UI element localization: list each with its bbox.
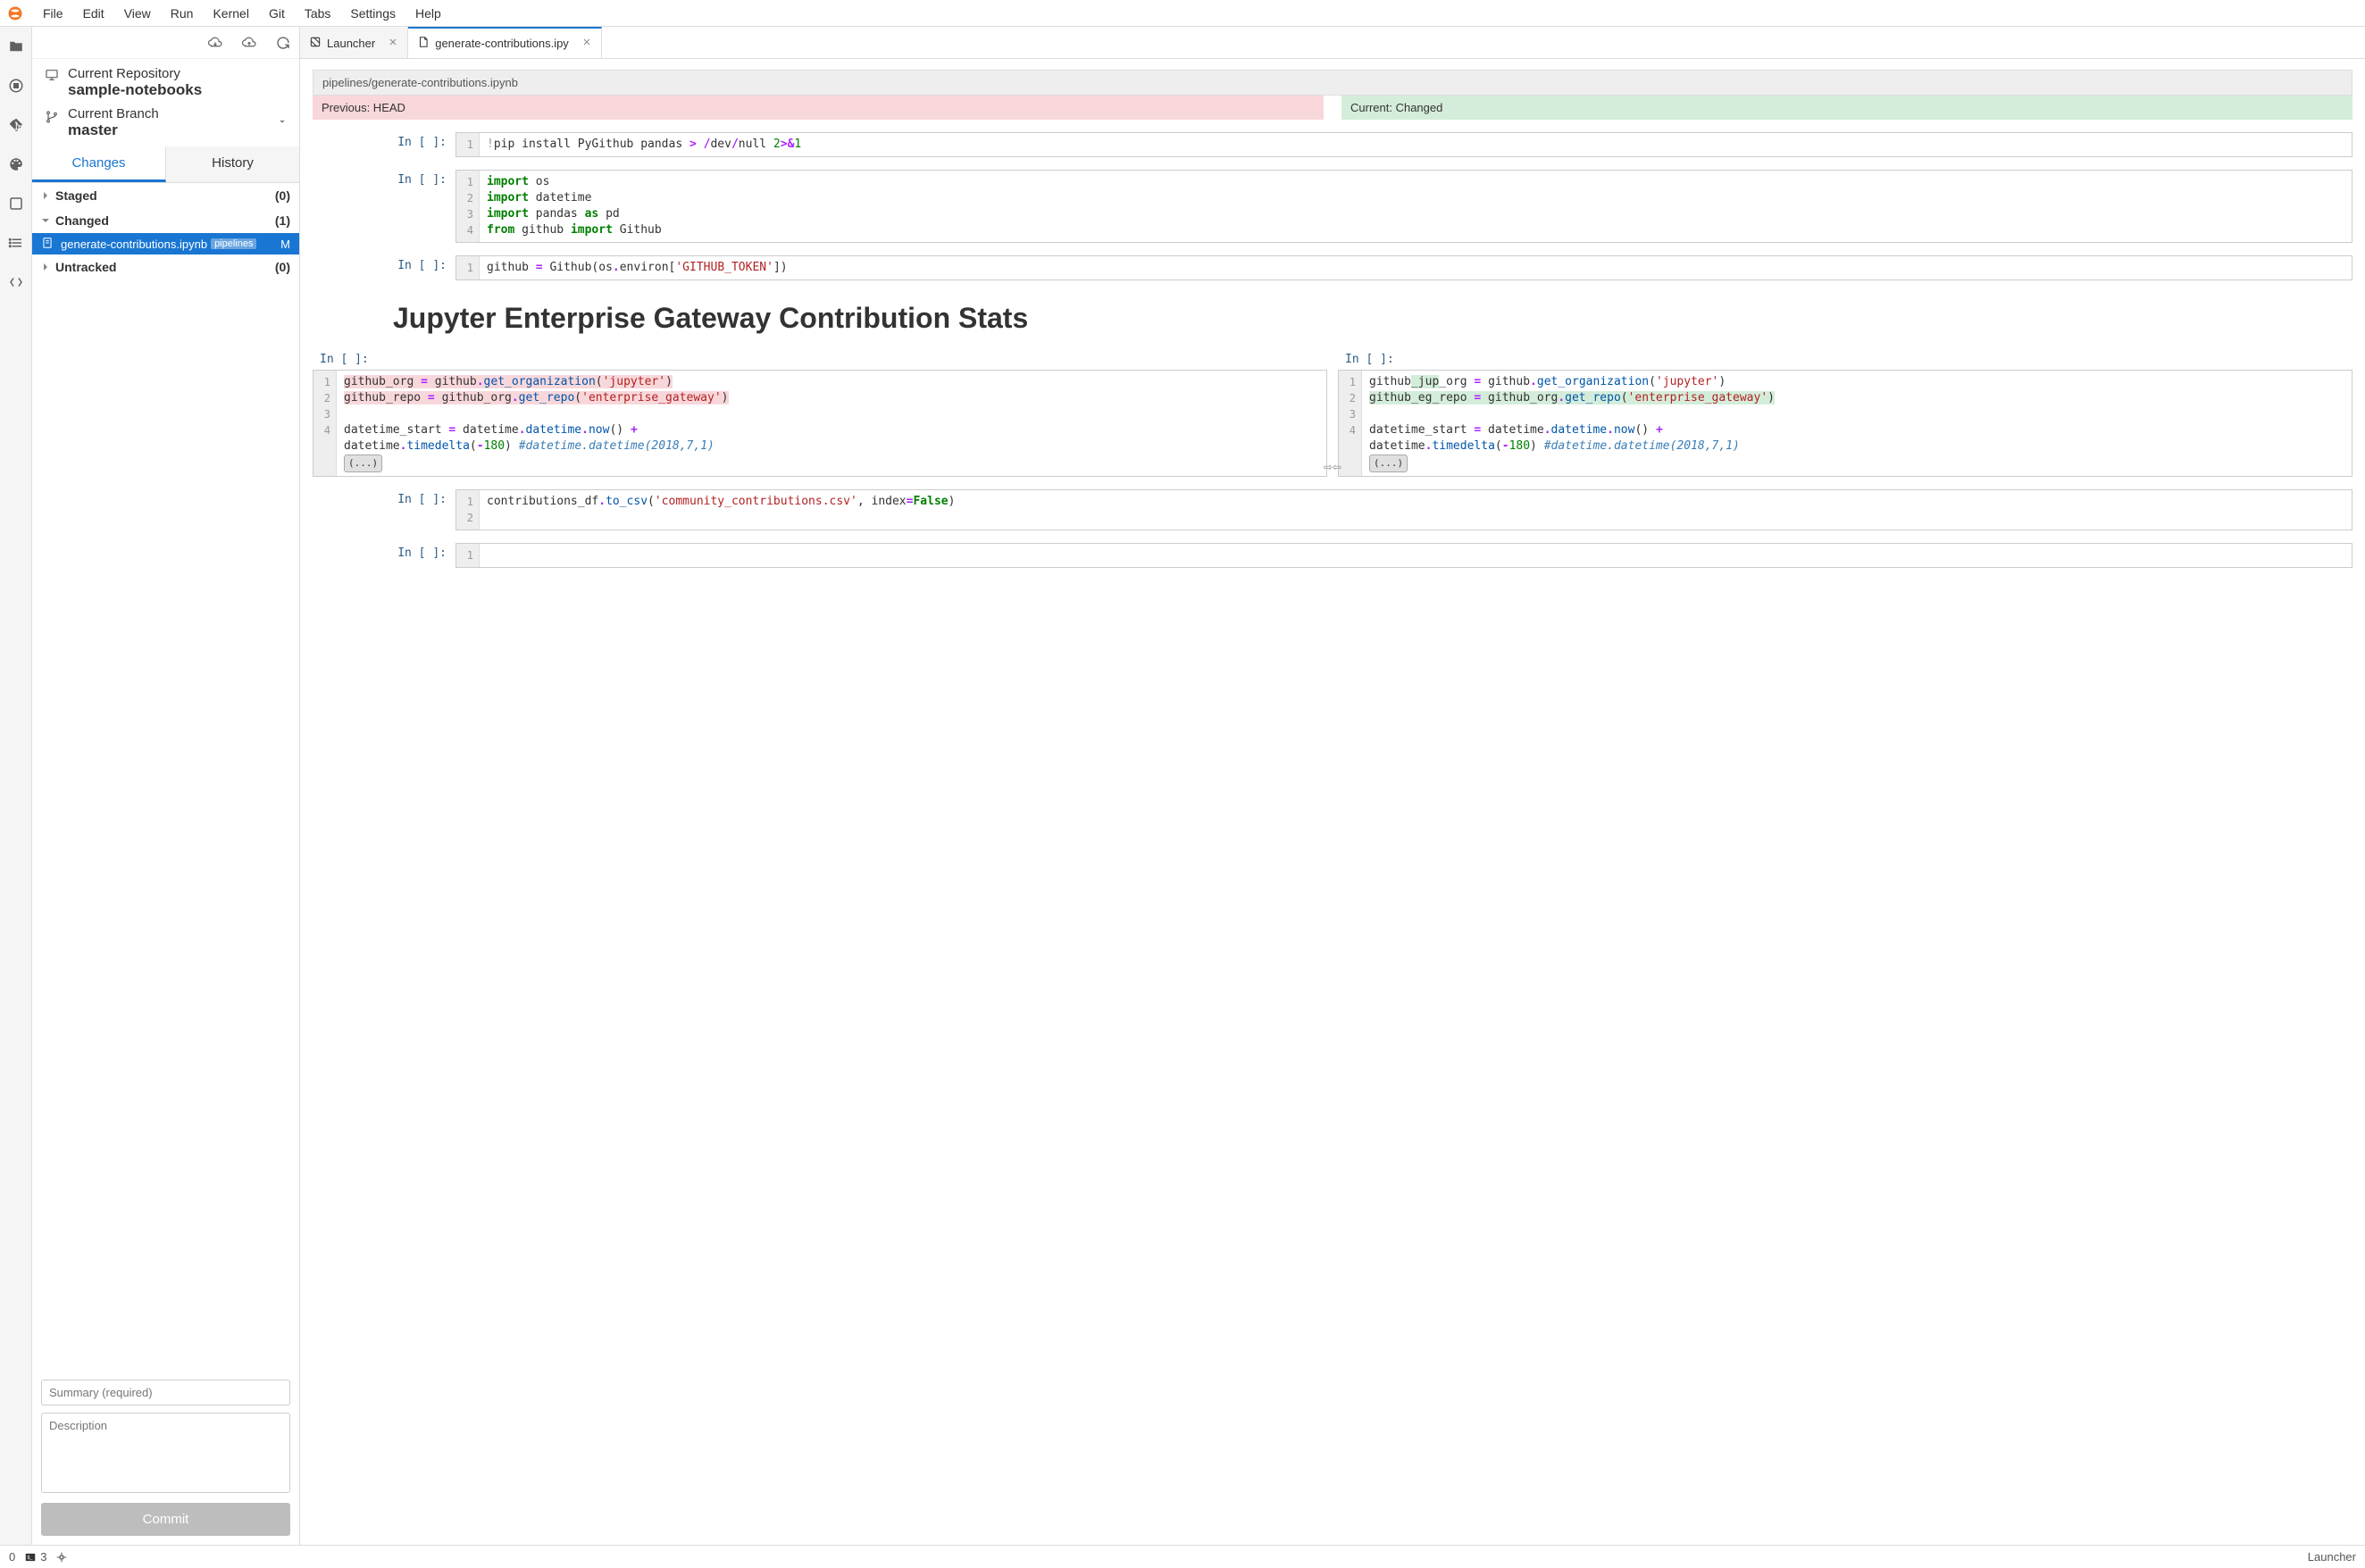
commit-area: Commit xyxy=(32,1371,299,1545)
fold-marker[interactable]: (...) xyxy=(344,455,382,472)
menu-git[interactable]: Git xyxy=(260,3,294,24)
cell-prompt: In [ ]: xyxy=(1338,353,2352,370)
prev-label: Previous: HEAD xyxy=(313,96,1324,120)
code-content: github = Github(os.environ['GITHUB_TOKEN… xyxy=(480,256,2352,279)
cloud-down-icon[interactable] xyxy=(206,34,224,52)
statusbar: 0 $_3 Launcher xyxy=(0,1545,2365,1568)
close-icon[interactable] xyxy=(388,37,398,50)
menu-view[interactable]: View xyxy=(115,3,160,24)
changed-file-item[interactable]: generate-contributions.ipynb pipelines M xyxy=(32,233,299,254)
chevron-down-icon xyxy=(276,115,288,130)
branch-label: Current Branch xyxy=(68,106,276,121)
cloud-up-icon[interactable] xyxy=(240,34,258,52)
cell-prompt: In [ ]: xyxy=(393,543,455,568)
menu-kernel[interactable]: Kernel xyxy=(204,3,257,24)
tab-changes[interactable]: Changes xyxy=(32,146,166,182)
close-icon[interactable] xyxy=(581,37,592,50)
code-content: github_org = github.get_organization('ju… xyxy=(337,371,1326,476)
menu-tabs[interactable]: Tabs xyxy=(296,3,340,24)
palette-icon[interactable] xyxy=(5,154,27,175)
cell-prompt: In [ ]: xyxy=(313,353,1327,370)
svg-text:$_: $_ xyxy=(28,1555,33,1560)
caret-right-icon xyxy=(41,188,52,203)
commit-button[interactable]: Commit xyxy=(41,1503,290,1536)
code-content: import os import datetime import pandas … xyxy=(480,171,2352,242)
file-icon xyxy=(417,36,430,51)
code-content: github_jup_org = github.get_organization… xyxy=(1362,371,2352,476)
activity-bar xyxy=(0,27,32,1545)
pipeline-icon[interactable] xyxy=(55,1551,68,1564)
menu-run[interactable]: Run xyxy=(162,3,203,24)
prev-column: In [ ]: 1234 github_org = github.get_org… xyxy=(313,353,1327,477)
launcher-icon xyxy=(309,36,322,51)
repo-value: sample-notebooks xyxy=(68,81,288,99)
fold-marker[interactable]: (...) xyxy=(1369,455,1408,472)
commit-description-input[interactable] xyxy=(41,1413,290,1493)
repo-label: Current Repository xyxy=(68,66,288,81)
commit-summary-input[interactable] xyxy=(41,1380,290,1405)
notebook-icon xyxy=(41,237,55,251)
menu-settings[interactable]: Settings xyxy=(341,3,405,24)
modified-badge: M xyxy=(280,238,290,251)
status-zero[interactable]: 0 xyxy=(9,1550,15,1564)
section-staged[interactable]: Staged (0) xyxy=(32,183,299,208)
tab-history[interactable]: History xyxy=(166,146,299,182)
diff-status-row: Previous: HEAD Current: Changed xyxy=(313,96,2352,120)
content-area: Launcher generate-contributions.ipy pipe… xyxy=(300,27,2365,1545)
folder-icon[interactable] xyxy=(5,36,27,57)
cell-prompt: In [ ]: xyxy=(393,132,455,157)
current-repo[interactable]: Current Repository sample-notebooks xyxy=(32,59,299,103)
code-content: !pip install PyGithub pandas > /dev/null… xyxy=(480,133,2352,156)
desktop-icon xyxy=(45,68,59,85)
code-content: contributions_df.to_csv('community_contr… xyxy=(480,490,2352,530)
caret-right-icon xyxy=(41,260,52,274)
menubar: File Edit View Run Kernel Git Tabs Setti… xyxy=(0,0,2365,27)
refresh-icon[interactable] xyxy=(274,34,292,52)
curr-column: In [ ]: 1234 github_jup_org = github.get… xyxy=(1338,353,2352,477)
cell-github: In [ ]: 1 github = Github(os.environ['GI… xyxy=(313,255,2352,280)
status-right[interactable]: Launcher xyxy=(2308,1550,2356,1564)
branch-icon xyxy=(45,110,59,127)
cell-csv: In [ ]: 12 contributions_df.to_csv('comm… xyxy=(313,489,2352,530)
running-icon[interactable] xyxy=(5,75,27,96)
toc-icon[interactable] xyxy=(5,232,27,254)
cell-prompt: In [ ]: xyxy=(393,255,455,280)
tab-diff[interactable]: generate-contributions.ipy xyxy=(408,27,602,58)
menu-edit[interactable]: Edit xyxy=(74,3,113,24)
cell-prompt: In [ ]: xyxy=(393,170,455,243)
merge-arrows-icon[interactable]: ⇨⇦ xyxy=(1324,461,1341,473)
tabbar: Launcher generate-contributions.ipy xyxy=(300,27,2365,59)
cell-empty: In [ ]: 1 xyxy=(313,543,2352,568)
git-toolbar xyxy=(32,27,299,59)
main-area: Current Repository sample-notebooks Curr… xyxy=(0,27,2365,1545)
git-side-tabs: Changes History xyxy=(32,146,299,183)
menu-file[interactable]: File xyxy=(34,3,72,24)
markdown-title: Jupyter Enterprise Gateway Contribution … xyxy=(313,293,2352,353)
snippets-icon[interactable] xyxy=(5,271,27,293)
diff-view: pipelines/generate-contributions.ipynb P… xyxy=(300,59,2365,1545)
section-untracked[interactable]: Untracked (0) xyxy=(32,254,299,279)
cell-prompt: In [ ]: xyxy=(393,489,455,530)
tab-launcher[interactable]: Launcher xyxy=(300,27,408,58)
curr-label: Current: Changed xyxy=(1341,96,2352,120)
caret-down-icon xyxy=(41,213,52,228)
extension-icon[interactable] xyxy=(5,193,27,214)
split-diff: In [ ]: 1234 github_org = github.get_org… xyxy=(313,353,2352,477)
git-panel: Current Repository sample-notebooks Curr… xyxy=(32,27,300,1545)
git-icon[interactable] xyxy=(5,114,27,136)
current-branch[interactable]: Current Branch master xyxy=(32,103,299,146)
cell-pip: In [ ]: 1 !pip install PyGithub pandas >… xyxy=(313,132,2352,157)
cell-imports: In [ ]: 1234 import os import datetime i… xyxy=(313,170,2352,243)
terminal-icon[interactable]: $_3 xyxy=(24,1550,46,1564)
branch-value: master xyxy=(68,121,276,139)
code-content xyxy=(480,544,2352,567)
section-changed[interactable]: Changed (1) xyxy=(32,208,299,233)
menu-help[interactable]: Help xyxy=(406,3,450,24)
jupyter-logo xyxy=(7,5,23,21)
diff-path: pipelines/generate-contributions.ipynb xyxy=(313,70,2352,96)
